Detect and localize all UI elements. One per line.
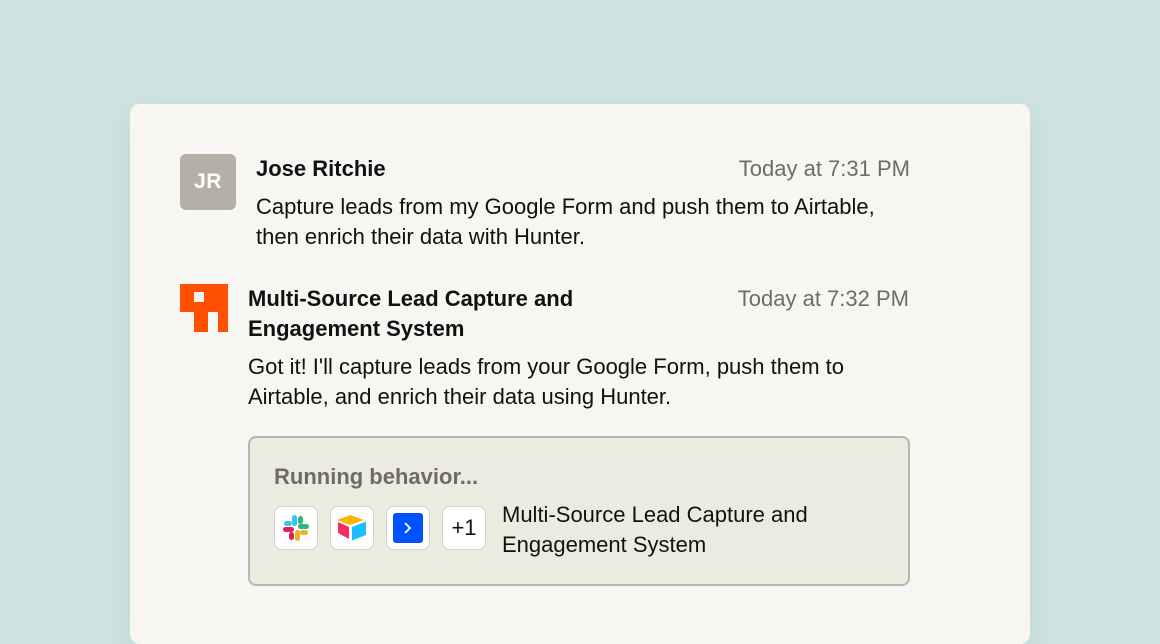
- message-text: Capture leads from my Google Form and pu…: [256, 194, 875, 249]
- extra-apps-count: +1: [451, 515, 477, 540]
- message-text: Got it! I'll capture leads from your Goo…: [248, 354, 845, 409]
- message-timestamp: Today at 7:31 PM: [738, 156, 910, 181]
- running-behavior-panel: Running behavior... +1 Multi-Source Lead…: [248, 436, 910, 586]
- airtable-icon: [330, 506, 374, 550]
- brand-logo-icon: [180, 284, 228, 332]
- user-avatar: JR: [180, 154, 236, 210]
- running-behavior-label: Multi-Source Lead Capture and Engagement…: [502, 502, 808, 557]
- message-author: Jose Ritchie: [256, 156, 386, 181]
- running-title: Running behavior...: [274, 464, 479, 489]
- chat-card: JR Jose Ritchie Today at 7:31 PM Capture…: [130, 104, 1030, 644]
- slack-icon: [274, 506, 318, 550]
- terminal-icon: [386, 506, 430, 550]
- message-timestamp: Today at 7:32 PM: [737, 286, 909, 311]
- more-apps-count: +1: [442, 506, 486, 550]
- avatar-initials: JR: [194, 170, 222, 193]
- message-author: Multi-Source Lead Capture and Engagement…: [248, 286, 574, 341]
